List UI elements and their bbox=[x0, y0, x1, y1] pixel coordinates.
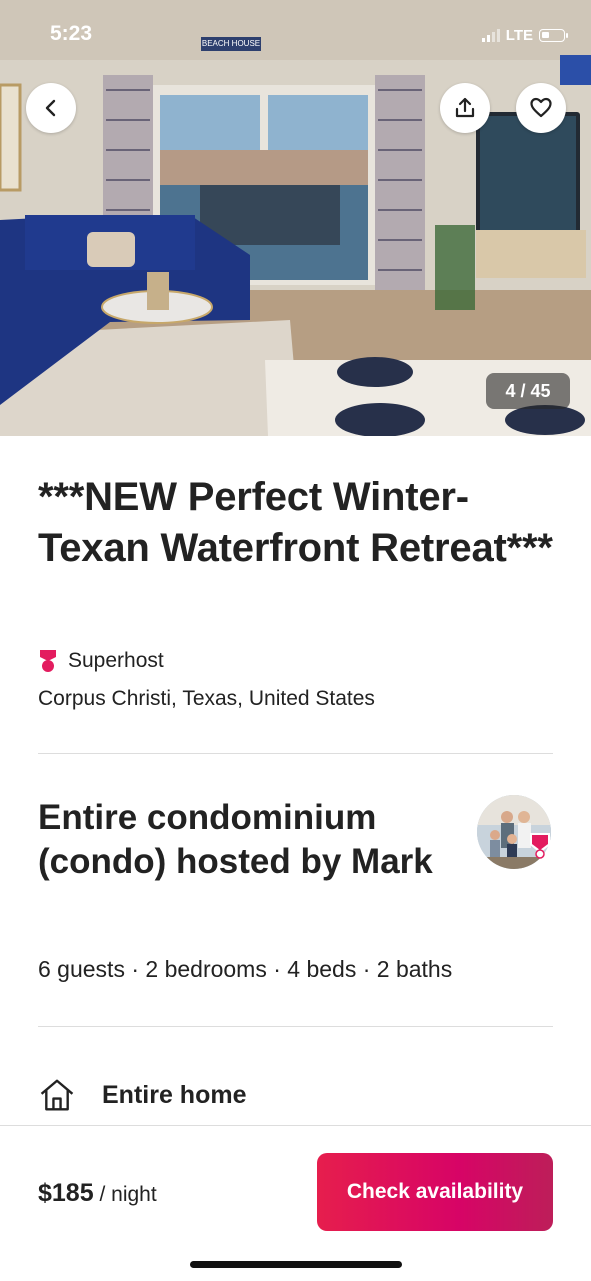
listing-photo[interactable]: BEACH HOUSE 5:23 LTE 4 / 45 bbox=[0, 0, 591, 436]
divider bbox=[38, 1026, 553, 1027]
feature-entire-home: Entire home bbox=[38, 1076, 246, 1114]
status-time: 5:23 bbox=[50, 22, 93, 45]
hosted-by-heading: Entire condominium (condo) hosted by Mar… bbox=[38, 798, 433, 881]
superhost-badge-icon bbox=[40, 650, 56, 672]
share-button[interactable] bbox=[440, 83, 490, 133]
heart-icon bbox=[530, 97, 552, 118]
divider bbox=[38, 753, 553, 754]
listing-title: ***NEW Perfect Winter-Texan Waterfront R… bbox=[38, 475, 553, 570]
listing-stats: 6 guests · 2 bedrooms · 4 beds · 2 baths bbox=[38, 956, 453, 982]
battery-icon bbox=[539, 29, 568, 42]
superhost-label: Superhost bbox=[68, 649, 164, 672]
superhost-badge-icon bbox=[530, 833, 550, 859]
price-unit: / night bbox=[99, 1183, 157, 1206]
feature-label: Entire home bbox=[102, 1080, 247, 1109]
listing-location[interactable]: Corpus Christi, Texas, United States bbox=[38, 687, 375, 711]
back-button[interactable] bbox=[26, 83, 76, 133]
photo-counter: 4 / 45 bbox=[486, 373, 570, 409]
share-icon bbox=[455, 97, 475, 118]
nightly-price: $185 / night bbox=[38, 1179, 157, 1208]
reservation-footer: $185 / night Check availability bbox=[0, 1125, 591, 1281]
superhost-row: Superhost bbox=[38, 649, 164, 673]
status-indicators: LTE bbox=[481, 27, 568, 44]
signal-icon bbox=[481, 29, 500, 42]
network-label: LTE bbox=[505, 27, 533, 44]
home-indicator[interactable] bbox=[190, 1261, 402, 1268]
price-amount: $185 bbox=[38, 1179, 94, 1207]
status-bar: 5:23 LTE bbox=[0, 0, 591, 70]
save-button[interactable] bbox=[516, 83, 566, 133]
check-availability-button[interactable]: Check availability bbox=[317, 1153, 553, 1231]
chevron-left-icon bbox=[45, 99, 56, 117]
house-icon bbox=[40, 1079, 74, 1111]
